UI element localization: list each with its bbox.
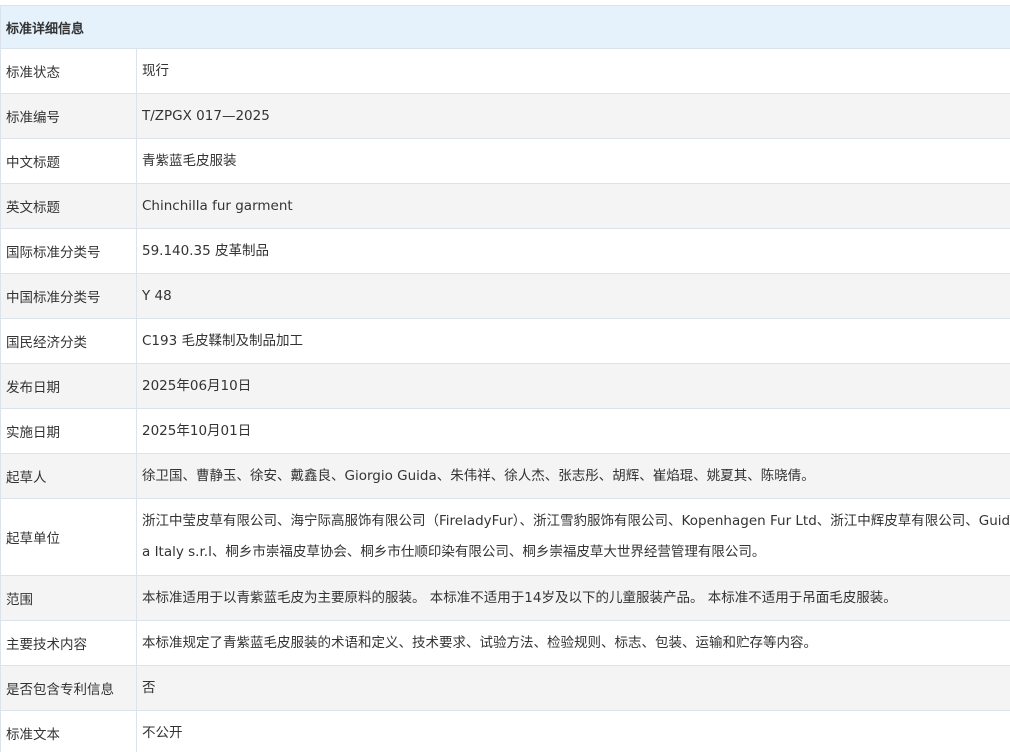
field-value-implement-date: 2025年10月01日 (135, 408, 1010, 454)
row-english-title: 英文标题 Chinchilla fur garment (0, 183, 1010, 229)
table-header-row: 标准详细信息 (0, 5, 1010, 49)
field-value-patent-info: 否 (135, 665, 1010, 711)
field-label: 标准状态 (0, 48, 137, 94)
row-chinese-title: 中文标题 青紫蓝毛皮服装 (0, 138, 1010, 184)
row-economic-class: 国民经济分类 C193 毛皮鞣制及制品加工 (0, 318, 1010, 364)
field-value-drafting-units: 浙江中莹皮草有限公司、海宁际高服饰有限公司（FireladyFur）、浙江雪豹服… (135, 498, 1010, 576)
row-implement-date: 实施日期 2025年10月01日 (0, 408, 1010, 454)
field-label: 英文标题 (0, 183, 137, 229)
field-label: 标准文本 (0, 710, 137, 752)
field-value-economic-class: C193 毛皮鞣制及制品加工 (135, 318, 1010, 364)
row-release-date: 发布日期 2025年06月10日 (0, 363, 1010, 409)
table-title: 标准详细信息 (0, 5, 1010, 49)
field-value-drafters: 徐卫国、曹静玉、徐安、戴鑫良、Giorgio Guida、朱伟祥、徐人杰、张志彤… (135, 453, 1010, 499)
row-scope: 范围 本标准适用于以青紫蓝毛皮为主要原料的服装。 本标准不适用于14岁及以下的儿… (0, 575, 1010, 621)
row-patent-info: 是否包含专利信息 否 (0, 665, 1010, 711)
row-standard-number: 标准编号 T/ZPGX 017—2025 (0, 93, 1010, 139)
row-ics-code: 国际标准分类号 59.140.35 皮革制品 (0, 228, 1010, 274)
field-label: 中国标准分类号 (0, 273, 137, 319)
field-value-chinese-title: 青紫蓝毛皮服装 (135, 138, 1010, 184)
field-label: 范围 (0, 575, 137, 621)
row-status: 标准状态 现行 (0, 48, 1010, 94)
field-label: 起草人 (0, 453, 137, 499)
field-value-english-title: Chinchilla fur garment (135, 183, 1010, 229)
field-label: 发布日期 (0, 363, 137, 409)
row-drafters: 起草人 徐卫国、曹静玉、徐安、戴鑫良、Giorgio Guida、朱伟祥、徐人杰… (0, 453, 1010, 499)
field-value-ccs-code: Y 48 (135, 273, 1010, 319)
field-label: 主要技术内容 (0, 620, 137, 666)
field-value-status: 现行 (135, 48, 1010, 94)
field-value-ics-code: 59.140.35 皮革制品 (135, 228, 1010, 274)
field-label: 是否包含专利信息 (0, 665, 137, 711)
field-value-scope: 本标准适用于以青紫蓝毛皮为主要原料的服装。 本标准不适用于14岁及以下的儿童服装… (135, 575, 1010, 621)
standard-detail-table: 标准详细信息 标准状态 现行 标准编号 T/ZPGX 017—2025 中文标题… (0, 5, 1010, 752)
field-label: 中文标题 (0, 138, 137, 184)
row-main-content: 主要技术内容 本标准规定了青紫蓝毛皮服装的术语和定义、技术要求、试验方法、检验规… (0, 620, 1010, 666)
row-ccs-code: 中国标准分类号 Y 48 (0, 273, 1010, 319)
field-label: 国民经济分类 (0, 318, 137, 364)
field-value-main-content: 本标准规定了青紫蓝毛皮服装的术语和定义、技术要求、试验方法、检验规则、标志、包装… (135, 620, 1010, 666)
field-value-release-date: 2025年06月10日 (135, 363, 1010, 409)
row-standard-text: 标准文本 不公开 (0, 710, 1010, 752)
field-value-standard-text: 不公开 (135, 710, 1010, 752)
field-label: 标准编号 (0, 93, 137, 139)
field-label: 实施日期 (0, 408, 137, 454)
field-label: 起草单位 (0, 498, 137, 576)
row-drafting-units: 起草单位 浙江中莹皮草有限公司、海宁际高服饰有限公司（FireladyFur）、… (0, 498, 1010, 576)
field-label: 国际标准分类号 (0, 228, 137, 274)
standard-detail-page: 标准详细信息 标准状态 现行 标准编号 T/ZPGX 017—2025 中文标题… (0, 0, 1010, 752)
field-value-standard-number: T/ZPGX 017—2025 (135, 93, 1010, 139)
